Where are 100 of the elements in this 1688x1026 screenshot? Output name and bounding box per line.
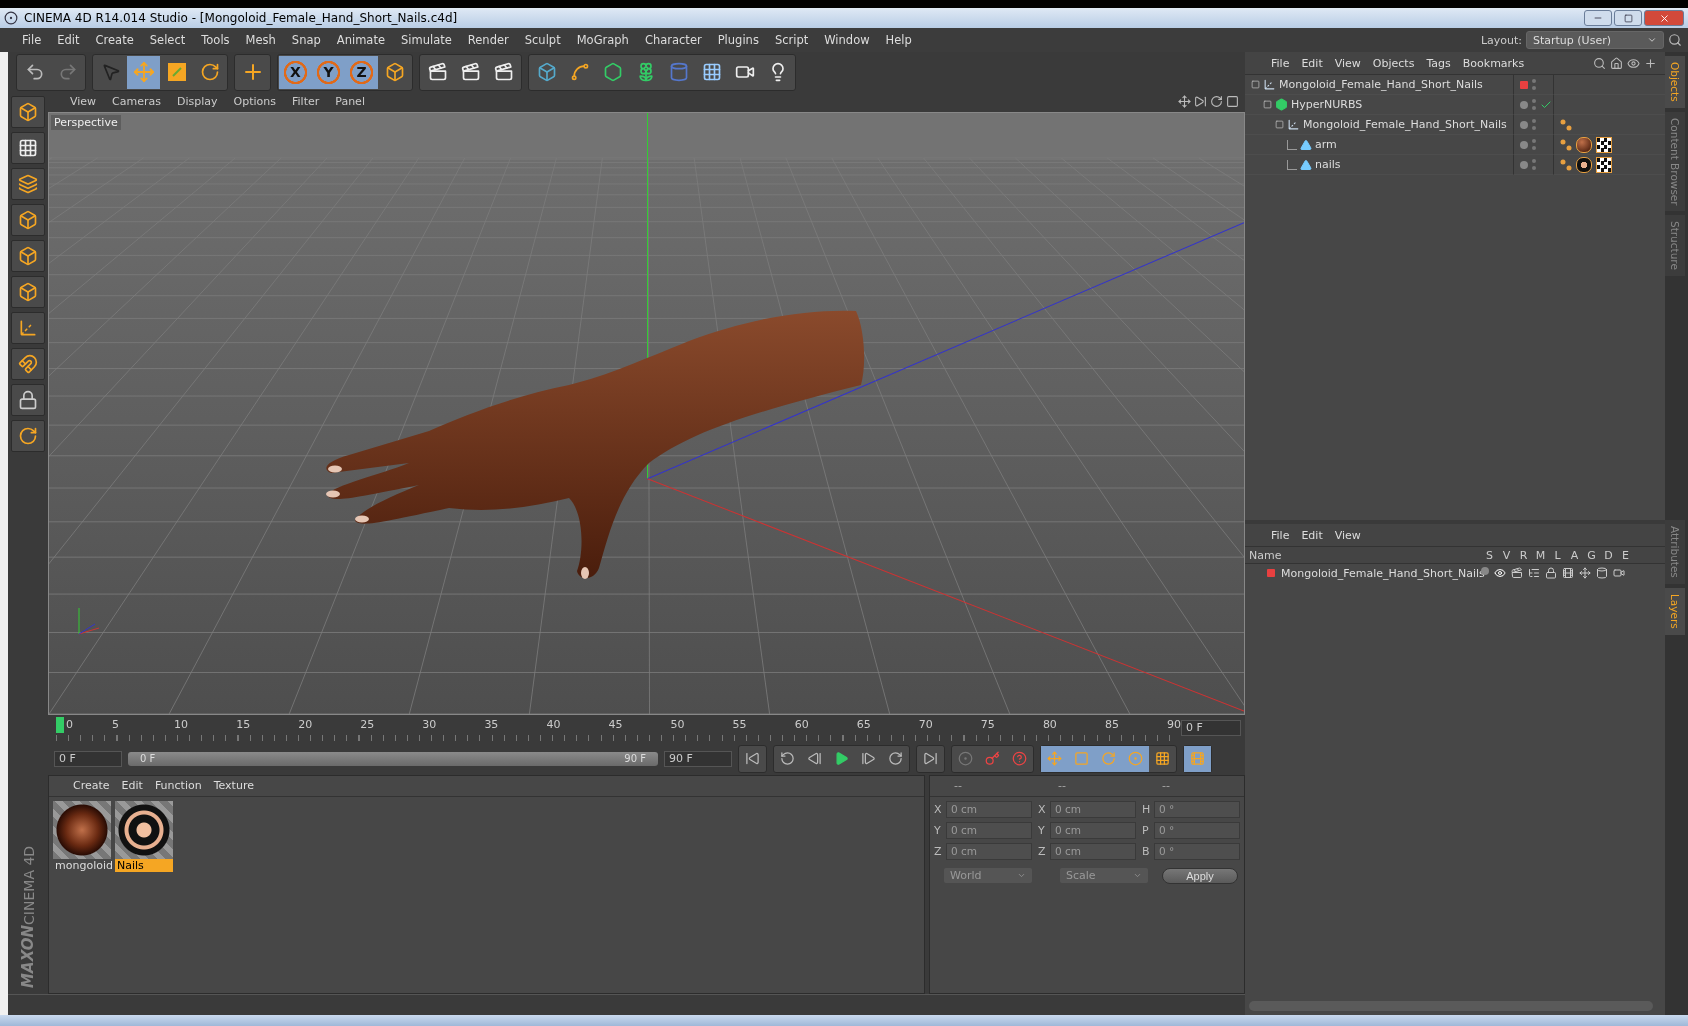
new-window-icon[interactable] bbox=[1644, 56, 1657, 70]
menu-item[interactable]: Snap bbox=[283, 33, 329, 47]
object-menu-item[interactable]: Tags bbox=[1420, 56, 1457, 70]
locked-workplane-button[interactable] bbox=[11, 420, 45, 452]
start-frame-field[interactable]: 0 F bbox=[54, 750, 122, 767]
object-name[interactable]: Mongoloid_Female_Hand_Short_Nails bbox=[1279, 78, 1483, 91]
search-icon[interactable] bbox=[1593, 56, 1606, 70]
points-mode-button[interactable] bbox=[11, 204, 45, 236]
axis-lock-button[interactable]: X bbox=[279, 55, 312, 89]
model-mode-button[interactable] bbox=[11, 96, 45, 128]
frame-number: 15 bbox=[236, 717, 251, 731]
menu-item[interactable]: Simulate bbox=[393, 33, 460, 47]
render-toggle-icon bbox=[1532, 138, 1536, 151]
viewport-menu-item[interactable]: Display bbox=[169, 95, 226, 109]
menu-item[interactable]: Character bbox=[636, 33, 710, 47]
object-menu-item[interactable]: File bbox=[1265, 56, 1296, 70]
menu-item[interactable]: Script bbox=[766, 33, 817, 47]
layout-dropdown[interactable]: Startup (User) bbox=[1526, 31, 1664, 49]
material-thumbnail[interactable] bbox=[53, 800, 111, 859]
menu-item[interactable]: Render bbox=[459, 33, 517, 47]
snap-button[interactable] bbox=[11, 348, 45, 380]
panel-tab[interactable]: Objects bbox=[1665, 56, 1685, 108]
clapperboard-icon bbox=[427, 62, 448, 82]
orbit-icon[interactable] bbox=[1210, 95, 1223, 109]
maximize-view-icon[interactable] bbox=[1226, 95, 1239, 109]
phong-tag-icon[interactable] bbox=[1560, 138, 1572, 151]
menu-item[interactable]: Animate bbox=[328, 33, 393, 47]
restore-button[interactable] bbox=[1614, 10, 1642, 26]
home-icon[interactable] bbox=[1610, 56, 1623, 70]
cube-icon bbox=[384, 62, 405, 82]
material-menu-item[interactable]: Texture bbox=[207, 779, 260, 793]
menu-item[interactable]: Mesh bbox=[237, 33, 284, 47]
texture-mode-button[interactable] bbox=[11, 132, 45, 164]
phong-tag-icon[interactable] bbox=[1560, 118, 1572, 131]
workplane-lock-button[interactable] bbox=[11, 384, 45, 416]
dolly-icon[interactable] bbox=[1194, 95, 1207, 109]
timeline-button[interactable] bbox=[1184, 745, 1211, 772]
layer-menu-item[interactable]: Edit bbox=[1295, 528, 1329, 542]
viewport-menu-item[interactable]: Filter bbox=[284, 95, 328, 109]
material-menu-item[interactable]: Edit bbox=[115, 779, 149, 793]
axis-lock-button[interactable]: Z bbox=[345, 55, 378, 89]
texture-tag-icon[interactable] bbox=[1596, 156, 1612, 173]
end-frame-field[interactable]: 90 F bbox=[664, 750, 732, 767]
material-menu-item[interactable]: Function bbox=[148, 779, 208, 793]
menu-item[interactable]: Window bbox=[816, 33, 878, 47]
texture-tag-icon[interactable] bbox=[1596, 136, 1612, 153]
polygon-object-icon bbox=[1300, 158, 1312, 171]
menu-item[interactable]: File bbox=[14, 33, 50, 47]
object-name[interactable]: arm bbox=[1315, 138, 1337, 151]
frame-number: 90 bbox=[1167, 717, 1181, 731]
material-thumbnail[interactable] bbox=[115, 800, 173, 859]
viewport-menu-item[interactable]: Panel bbox=[327, 95, 373, 109]
axis-label: Y bbox=[934, 823, 942, 837]
undo-icon bbox=[24, 62, 45, 82]
viewport-menu-item[interactable]: Options bbox=[225, 95, 284, 109]
playhead-marker[interactable] bbox=[56, 716, 64, 733]
menu-item[interactable]: Tools bbox=[193, 33, 238, 47]
axis-mode-button[interactable] bbox=[11, 312, 45, 344]
workplane-mode-button[interactable] bbox=[11, 168, 45, 200]
menu-item[interactable]: Plugins bbox=[709, 33, 767, 47]
panel-tab[interactable]: Layers bbox=[1665, 588, 1685, 635]
current-frame-field[interactable]: 0 F bbox=[1181, 719, 1241, 736]
layer-menu-item[interactable]: File bbox=[1265, 528, 1296, 542]
edges-mode-button[interactable] bbox=[11, 240, 45, 272]
lock-icon bbox=[1545, 567, 1557, 579]
object-name[interactable]: HyperNURBS bbox=[1291, 98, 1363, 111]
menu-item[interactable]: Create bbox=[87, 33, 142, 47]
layer-menu-item[interactable]: View bbox=[1328, 528, 1367, 542]
tree-line-icon bbox=[1287, 159, 1297, 170]
menu-item[interactable]: Edit bbox=[49, 33, 88, 47]
menu-item[interactable]: MoGraph bbox=[568, 33, 637, 47]
key-parameter-button[interactable] bbox=[1122, 745, 1149, 772]
axis-label: X bbox=[934, 802, 943, 816]
frame-number: 5 bbox=[112, 717, 120, 731]
eye-icon[interactable] bbox=[1627, 56, 1640, 70]
object-menu-item[interactable]: Bookmarks bbox=[1456, 56, 1531, 70]
viewport-menu-item[interactable]: Cameras bbox=[104, 95, 169, 109]
menu-item[interactable]: Sculpt bbox=[516, 33, 569, 47]
apply-button[interactable]: Apply bbox=[1162, 867, 1238, 884]
material-name[interactable]: mongoloid bbox=[53, 858, 111, 872]
polygons-mode-button[interactable] bbox=[11, 276, 45, 308]
phong-tag-icon[interactable] bbox=[1560, 158, 1572, 171]
tool-button[interactable] bbox=[127, 55, 160, 89]
pan-icon[interactable] bbox=[1178, 95, 1191, 109]
object-menu-item[interactable]: View bbox=[1328, 56, 1367, 70]
material-menu-item[interactable]: Create bbox=[67, 779, 116, 793]
rotate-icon bbox=[199, 62, 220, 82]
object-name[interactable]: Mongoloid_Female_Hand_Short_Nails bbox=[1303, 118, 1507, 131]
object-menu-item[interactable]: Objects bbox=[1366, 56, 1421, 70]
minimize-button[interactable] bbox=[1584, 10, 1612, 26]
axis-lock-button[interactable]: Y bbox=[312, 55, 345, 89]
axis-icon bbox=[18, 318, 38, 338]
object-menu-item[interactable]: Edit bbox=[1295, 56, 1329, 70]
key-position-button[interactable] bbox=[1041, 745, 1068, 772]
menu-item[interactable]: Help bbox=[877, 33, 920, 47]
viewport-menu-item[interactable]: View bbox=[62, 95, 105, 109]
menu-item[interactable]: Select bbox=[141, 33, 194, 47]
material-tag-icon[interactable] bbox=[1576, 136, 1592, 153]
material-tag-icon[interactable] bbox=[1576, 156, 1592, 173]
object-name[interactable]: nails bbox=[1315, 158, 1341, 171]
